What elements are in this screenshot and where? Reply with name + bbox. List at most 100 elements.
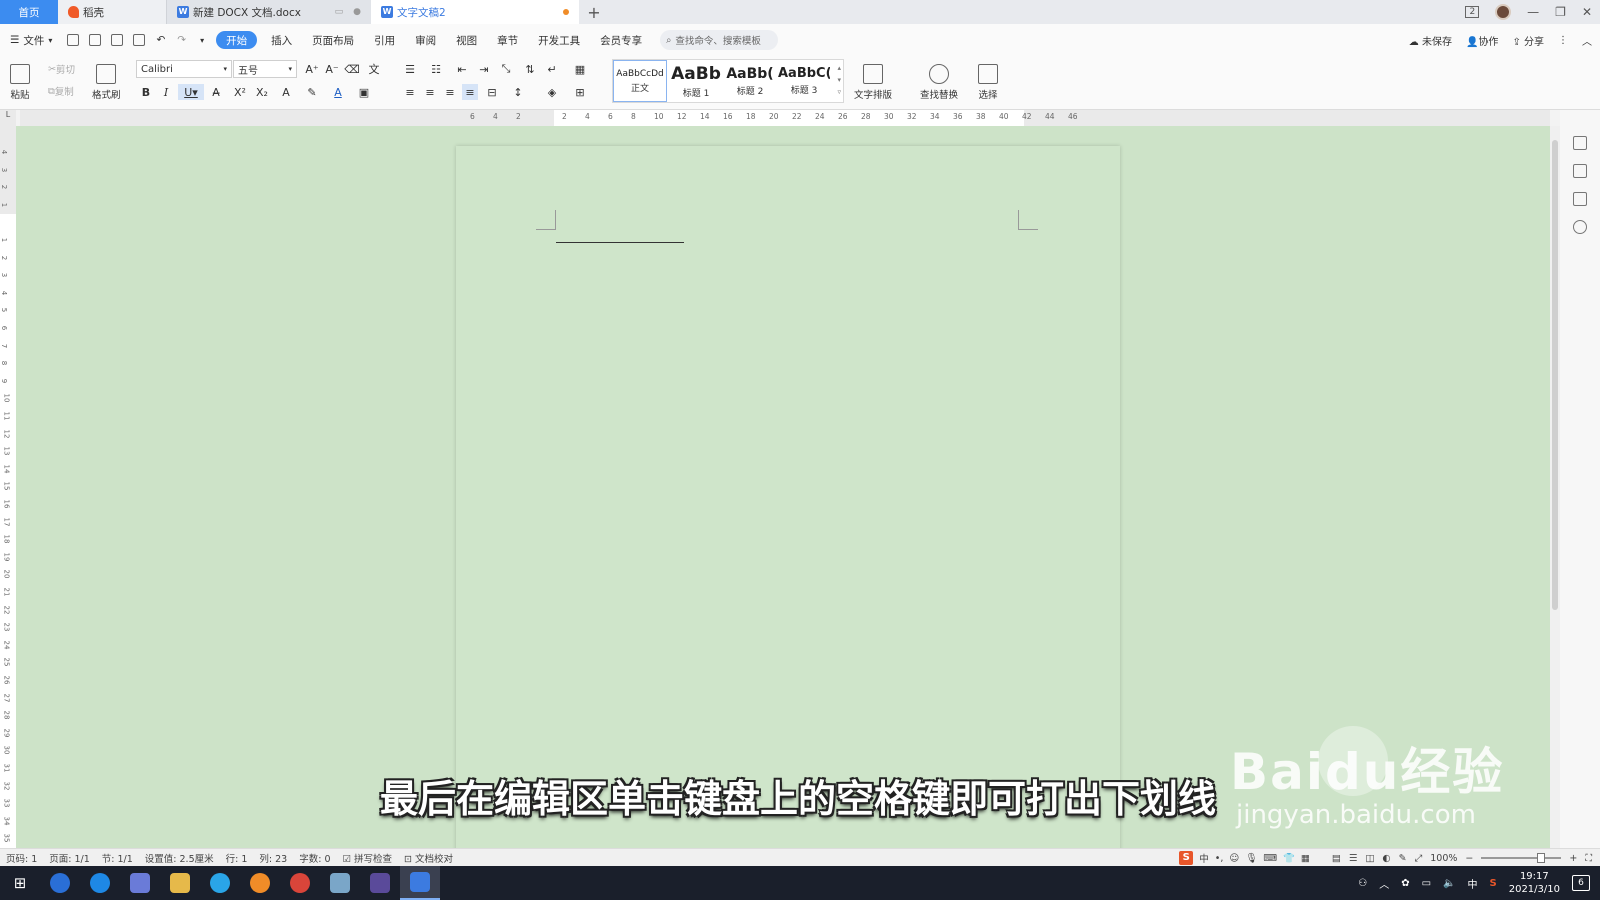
style-normal[interactable]: AaBbCcDd 正文 xyxy=(613,60,667,102)
highlight-button[interactable]: ✎ xyxy=(304,84,320,100)
menu-tab-layout[interactable]: 页面布局 xyxy=(302,24,364,56)
avatar[interactable] xyxy=(1495,4,1512,20)
sort-icon[interactable]: ⇅ xyxy=(522,61,538,77)
window-count-badge[interactable]: 2 xyxy=(1465,6,1480,18)
tab-daoke[interactable]: 稻壳 xyxy=(58,0,166,24)
clear-format-icon[interactable]: ⌫ xyxy=(344,61,360,77)
notification-button[interactable]: 6 xyxy=(1572,875,1590,891)
subscript-button[interactable]: X₂ xyxy=(254,84,270,100)
menu-tab-member[interactable]: 会员专享 xyxy=(590,24,652,56)
zoom-in-button[interactable]: + xyxy=(1569,853,1577,864)
align-left-icon[interactable]: ≡ xyxy=(402,84,418,100)
unsaved-button[interactable]: ☁ 未保存 xyxy=(1409,33,1452,48)
proofread-button[interactable]: ⊡ 文档校对 xyxy=(398,851,459,865)
taskbar-app-media[interactable] xyxy=(240,866,280,900)
command-search-input[interactable]: ⌕ 查找命令、搜索模板 xyxy=(660,30,779,50)
sogou-ime-icon[interactable]: S xyxy=(1179,851,1194,865)
show-marks-icon[interactable]: ↵ xyxy=(544,61,560,77)
skin-icon[interactable]: 👕 xyxy=(1283,853,1295,864)
zoom-slider[interactable] xyxy=(1481,853,1562,863)
keyboard-icon[interactable]: ⌨ xyxy=(1263,853,1277,864)
tab-close-dot-icon[interactable]: ● xyxy=(353,7,361,17)
document-page[interactable] xyxy=(456,146,1120,848)
emoji-icon[interactable]: ☺ xyxy=(1229,853,1239,864)
style-scroll-icon[interactable]: ▴ ▾ ▿ xyxy=(837,62,841,98)
taskbar-app-sogou[interactable] xyxy=(80,866,120,900)
copy-button[interactable]: ⧉ 复制 xyxy=(48,84,74,99)
menu-tab-insert[interactable]: 插入 xyxy=(261,24,302,56)
tab-document-1[interactable]: W 新建 DOCX 文档.docx ▭ ● xyxy=(166,0,371,24)
paste-button[interactable]: 粘贴 xyxy=(10,59,30,105)
tray-expand-icon[interactable]: ︿ xyxy=(1379,876,1389,891)
italic-button[interactable]: I xyxy=(158,84,174,100)
status-pages[interactable]: 页面: 1/1 xyxy=(43,851,96,865)
style-heading-1[interactable]: AaBb 标题 1 xyxy=(669,60,723,102)
view-page-icon[interactable]: ▤ xyxy=(1332,853,1341,864)
view-web-icon[interactable]: ◫ xyxy=(1365,853,1374,864)
undo-icon[interactable]: ↶ xyxy=(156,34,165,46)
font-grow-icon[interactable]: A⁺ xyxy=(304,61,320,77)
underline-text-run[interactable] xyxy=(556,242,684,243)
zoom-slider-knob[interactable] xyxy=(1537,853,1546,863)
file-menu[interactable]: ☰ 文件 ▾ xyxy=(0,24,62,56)
view-outline-icon[interactable]: ☰ xyxy=(1349,853,1358,864)
save-icon[interactable] xyxy=(67,34,80,46)
select-button[interactable]: 选择 xyxy=(978,59,998,105)
menu-tab-review[interactable]: 审阅 xyxy=(405,24,446,56)
taskbar-app-chrome[interactable] xyxy=(280,866,320,900)
taskbar-app-wps[interactable] xyxy=(400,866,440,900)
underline-button[interactable]: U▾ xyxy=(178,84,204,100)
monitor-icon[interactable]: ▭ xyxy=(335,7,344,17)
fit-width-icon[interactable]: ⤢ xyxy=(1415,853,1423,864)
borders-icon[interactable]: ⊞ xyxy=(572,84,588,100)
vertical-ruler[interactable]: 4 3 2 1 1 2 3 4 5 6 7 8 9 10 11 12 13 14 15 16 17 18 19 20 21 22 2… xyxy=(0,126,16,848)
find-replace-button[interactable]: 查找替换 xyxy=(920,59,958,105)
zoom-level[interactable]: 100% xyxy=(1430,853,1457,864)
table-grid-icon[interactable]: ▦ xyxy=(572,61,588,77)
format-painter-button[interactable]: 格式刷 xyxy=(92,59,121,105)
char-border-button[interactable]: ▣ xyxy=(356,84,372,100)
ime-mode[interactable]: 中 xyxy=(1199,851,1209,865)
taskbar-app-browser-1[interactable] xyxy=(40,866,80,900)
menu-tab-references[interactable]: 引用 xyxy=(364,24,405,56)
share-button[interactable]: ⇪ 分享 xyxy=(1512,33,1544,48)
text-effect-button[interactable]: A xyxy=(278,84,294,100)
clock[interactable]: 19:17 2021/3/10 xyxy=(1509,870,1560,896)
font-size-select[interactable]: 五号 ▾ xyxy=(233,60,297,78)
people-icon[interactable]: ⚇ xyxy=(1358,878,1367,889)
export-icon[interactable] xyxy=(89,34,102,46)
distributed-align-icon[interactable]: ⊟ xyxy=(484,84,500,100)
more-icon[interactable]: ⋮ xyxy=(1558,35,1568,46)
vertical-scrollbar[interactable] xyxy=(1550,126,1560,848)
font-color-button[interactable]: A xyxy=(330,84,346,100)
apps-icon[interactable]: ▦ xyxy=(1301,853,1310,864)
strikethrough-button[interactable]: A̶ xyxy=(208,84,224,100)
scrollbar-thumb[interactable] xyxy=(1552,140,1558,610)
network-icon[interactable]: ▭ xyxy=(1422,878,1431,889)
punctuation-icon[interactable]: •, xyxy=(1215,853,1224,864)
align-justify-icon[interactable]: ≡ xyxy=(462,84,478,100)
redo-icon[interactable]: ↷ xyxy=(177,34,186,46)
taskbar-app-video[interactable] xyxy=(360,866,400,900)
print-preview-icon[interactable] xyxy=(133,34,146,46)
bold-button[interactable]: B xyxy=(138,84,154,100)
pen-icon[interactable] xyxy=(1573,136,1587,150)
menu-tab-developer[interactable]: 开发工具 xyxy=(528,24,590,56)
tray-app-icon[interactable]: ✿ xyxy=(1401,878,1409,889)
pointer-icon[interactable] xyxy=(1573,164,1587,178)
ruler-corner[interactable]: L xyxy=(0,110,16,126)
superscript-button[interactable]: X² xyxy=(232,84,248,100)
horizontal-ruler[interactable]: 6 4 2 2 4 6 8 10 12 14 16 18 20 22 24 26 28 30 32 34 36 38 40 4… xyxy=(20,110,1550,126)
zoom-out-button[interactable]: − xyxy=(1465,853,1473,864)
align-center-icon[interactable]: ≡ xyxy=(422,84,438,100)
sogou-tray-icon[interactable]: S xyxy=(1490,878,1497,889)
status-position[interactable]: 设置值: 2.5厘米 xyxy=(139,851,220,865)
tab-document-2[interactable]: W 文字文稿2 xyxy=(371,0,579,24)
increase-indent-icon[interactable]: ⇥ xyxy=(476,61,492,77)
unsaved-dot-icon[interactable] xyxy=(563,9,569,15)
sliders-icon[interactable] xyxy=(1573,192,1587,206)
help-icon[interactable] xyxy=(1573,220,1587,234)
font-name-select[interactable]: Calibri ▾ xyxy=(136,60,232,78)
close-button[interactable]: ✕ xyxy=(1582,5,1592,19)
collapse-ribbon-icon[interactable]: ︿ xyxy=(1582,33,1592,48)
